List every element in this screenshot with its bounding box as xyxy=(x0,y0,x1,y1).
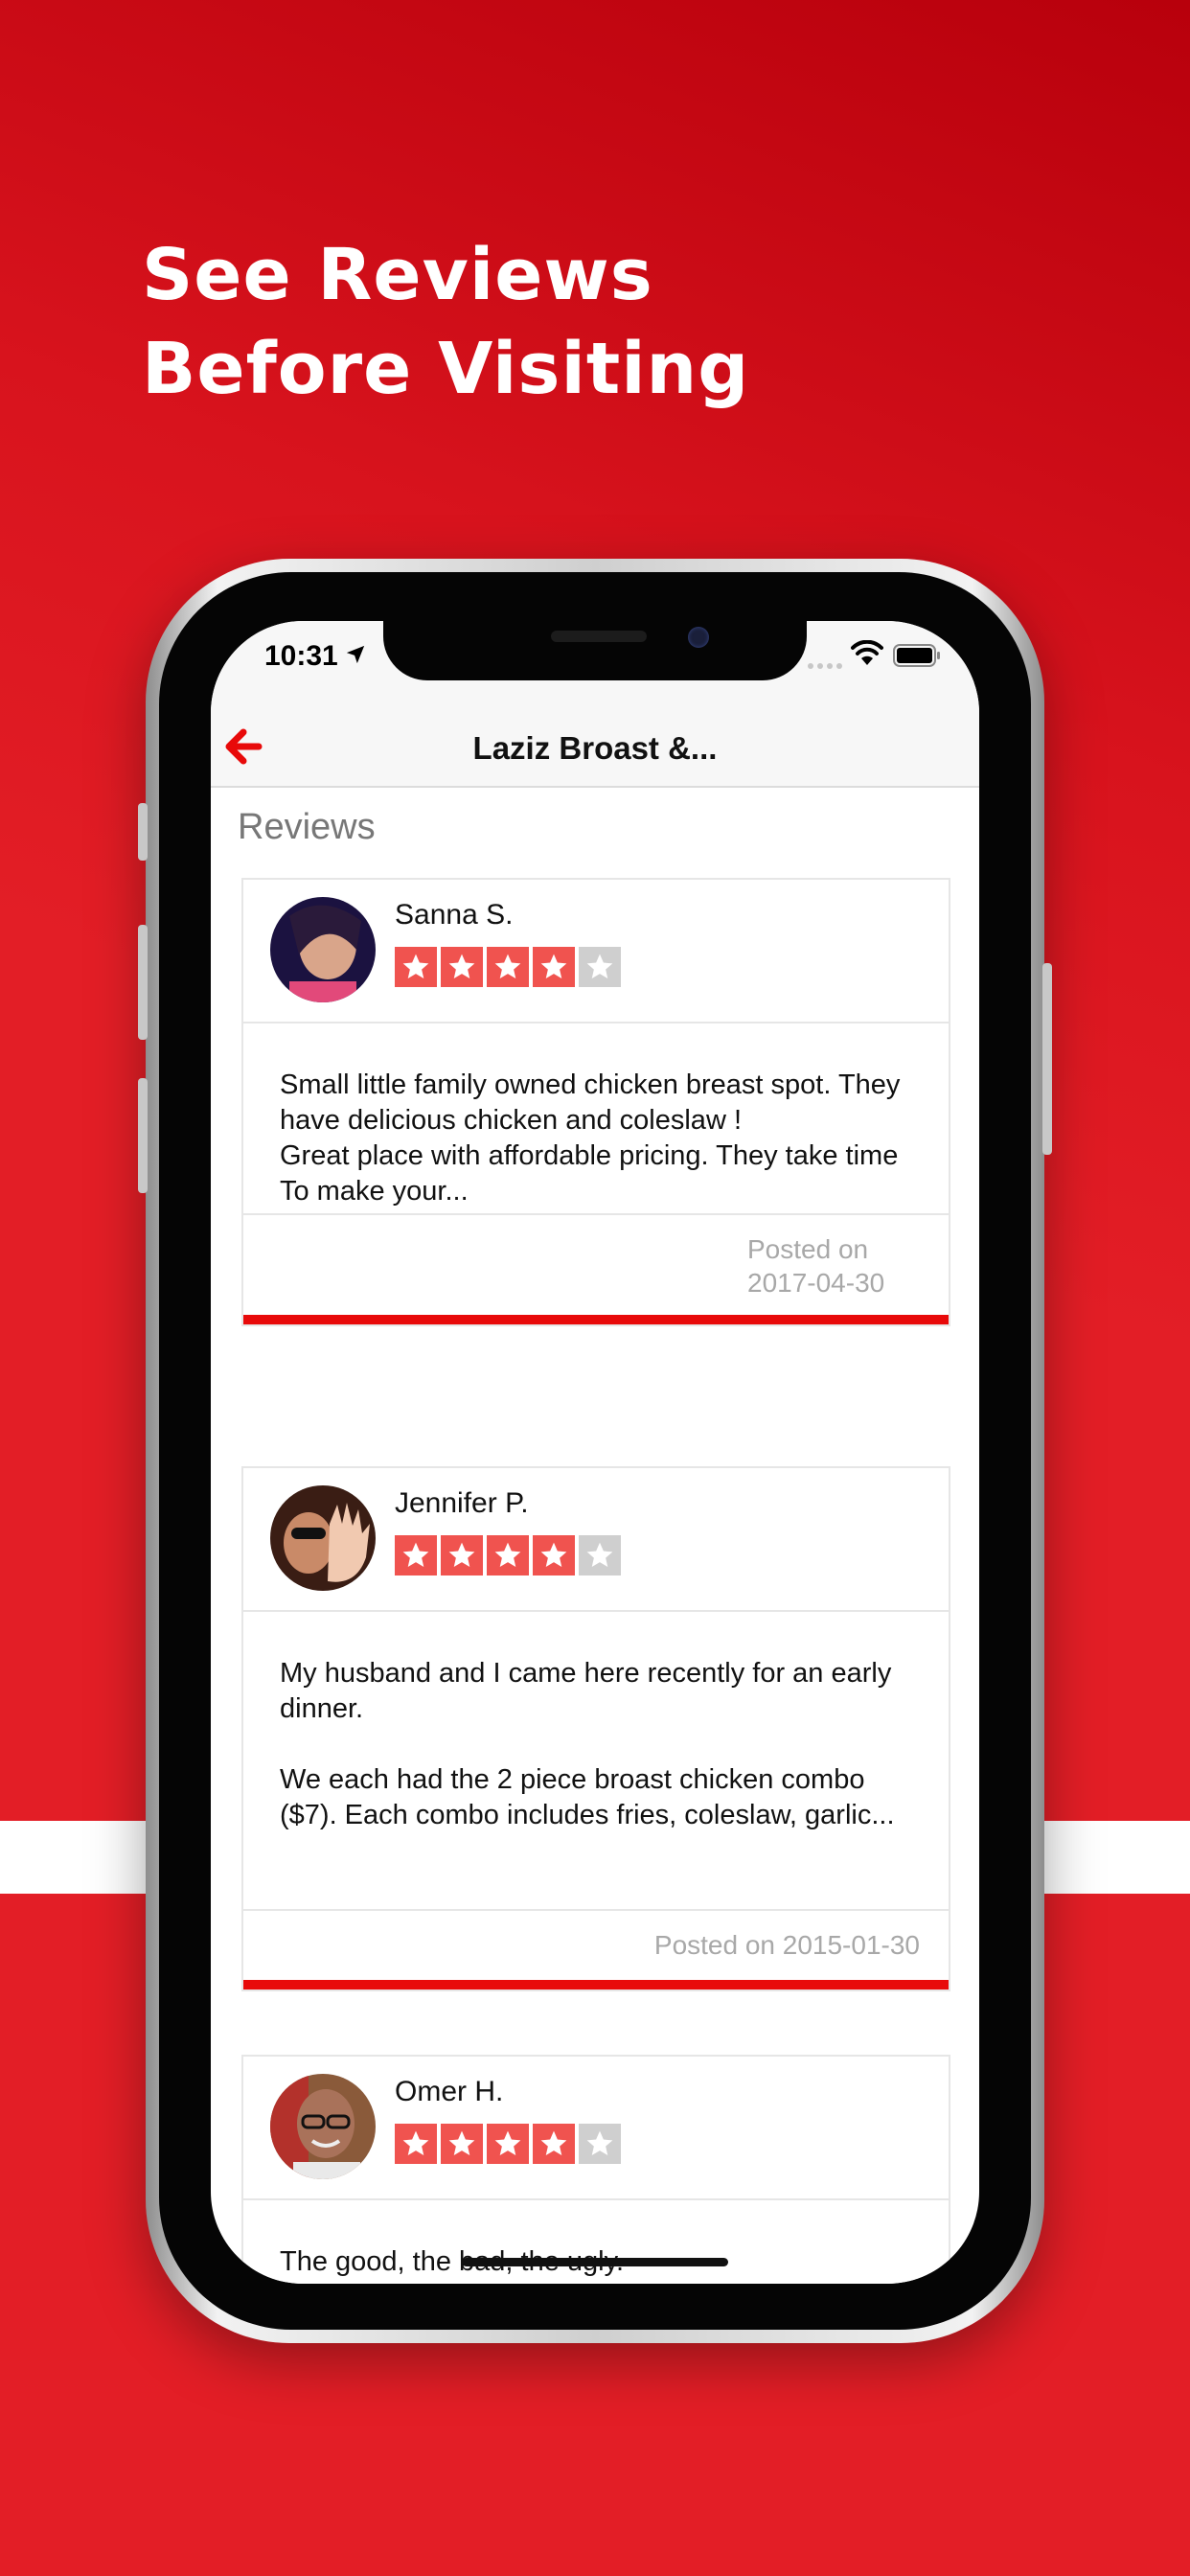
star-rating xyxy=(395,947,621,987)
power-button xyxy=(1042,963,1052,1155)
volume-up-button xyxy=(138,925,148,1040)
star-icon xyxy=(579,2124,621,2164)
star-icon xyxy=(395,2124,437,2164)
review-card: Sanna S. Small little family owned chick… xyxy=(241,878,950,1326)
star-icon xyxy=(487,947,529,987)
star-icon xyxy=(395,947,437,987)
reviewer-name: Omer H. xyxy=(395,2076,504,2107)
avatar xyxy=(270,2074,376,2179)
posted-date: Posted on 2017-04-30 xyxy=(747,1234,885,1298)
battery-icon xyxy=(893,644,940,667)
headline-line-1: See Reviews xyxy=(142,234,653,316)
promo-headline: See Reviews Before Visiting xyxy=(142,228,749,416)
star-icon xyxy=(533,1535,575,1576)
reviewer-name: Jennifer P. xyxy=(395,1487,529,1519)
review-header: Jennifer P. xyxy=(243,1468,949,1612)
star-rating xyxy=(395,1535,621,1576)
accent-bar xyxy=(243,1980,949,1990)
volume-down-button xyxy=(138,1078,148,1193)
star-icon xyxy=(533,947,575,987)
star-icon xyxy=(395,1535,437,1576)
star-icon xyxy=(579,947,621,987)
star-icon xyxy=(441,2124,483,2164)
avatar xyxy=(270,897,376,1002)
review-text: My husband and I came here recently for … xyxy=(243,1612,949,1911)
review-date: Posted on 2015-01-30 xyxy=(243,1911,949,1980)
review-date: Posted on 2017-04-30 xyxy=(243,1215,949,1315)
accent-bar xyxy=(243,1315,949,1324)
silent-switch xyxy=(138,803,148,861)
review-card: Omer H. The good, the bad, the ugly. xyxy=(241,2055,950,2284)
camera-icon xyxy=(688,627,709,648)
reviews-section-title: Reviews xyxy=(238,807,376,847)
headline-line-2: Before Visiting xyxy=(142,328,750,410)
star-icon xyxy=(579,1535,621,1576)
location-arrow-icon xyxy=(346,645,365,664)
star-icon xyxy=(441,947,483,987)
review-header: Omer H. xyxy=(243,2057,949,2200)
navigation-bar: Laziz Broast &... xyxy=(211,707,979,788)
star-icon xyxy=(487,1535,529,1576)
review-card: Jennifer P. My husband and I came here r… xyxy=(241,1466,950,1991)
speaker-grille xyxy=(551,631,647,642)
review-text: Small little family owned chicken breast… xyxy=(243,1024,949,1215)
review-header: Sanna S. xyxy=(243,880,949,1024)
signal-icon xyxy=(808,663,842,669)
nav-title: Laziz Broast &... xyxy=(472,730,718,766)
star-rating xyxy=(395,2124,621,2164)
status-time: 10:31 xyxy=(264,640,338,672)
home-indicator xyxy=(462,2258,728,2266)
star-icon xyxy=(533,2124,575,2164)
notch xyxy=(383,621,807,680)
reviewer-name: Sanna S. xyxy=(395,899,514,931)
star-icon xyxy=(441,1535,483,1576)
wifi-icon xyxy=(851,640,883,665)
review-text: The good, the bad, the ugly. xyxy=(280,2246,625,2277)
phone-screen: 10:31 Laziz Broast &... Reviews Sanna S.… xyxy=(211,621,979,2284)
posted-date: Posted on 2015-01-30 xyxy=(653,1930,920,1960)
star-icon xyxy=(487,2124,529,2164)
avatar xyxy=(270,1485,376,1591)
